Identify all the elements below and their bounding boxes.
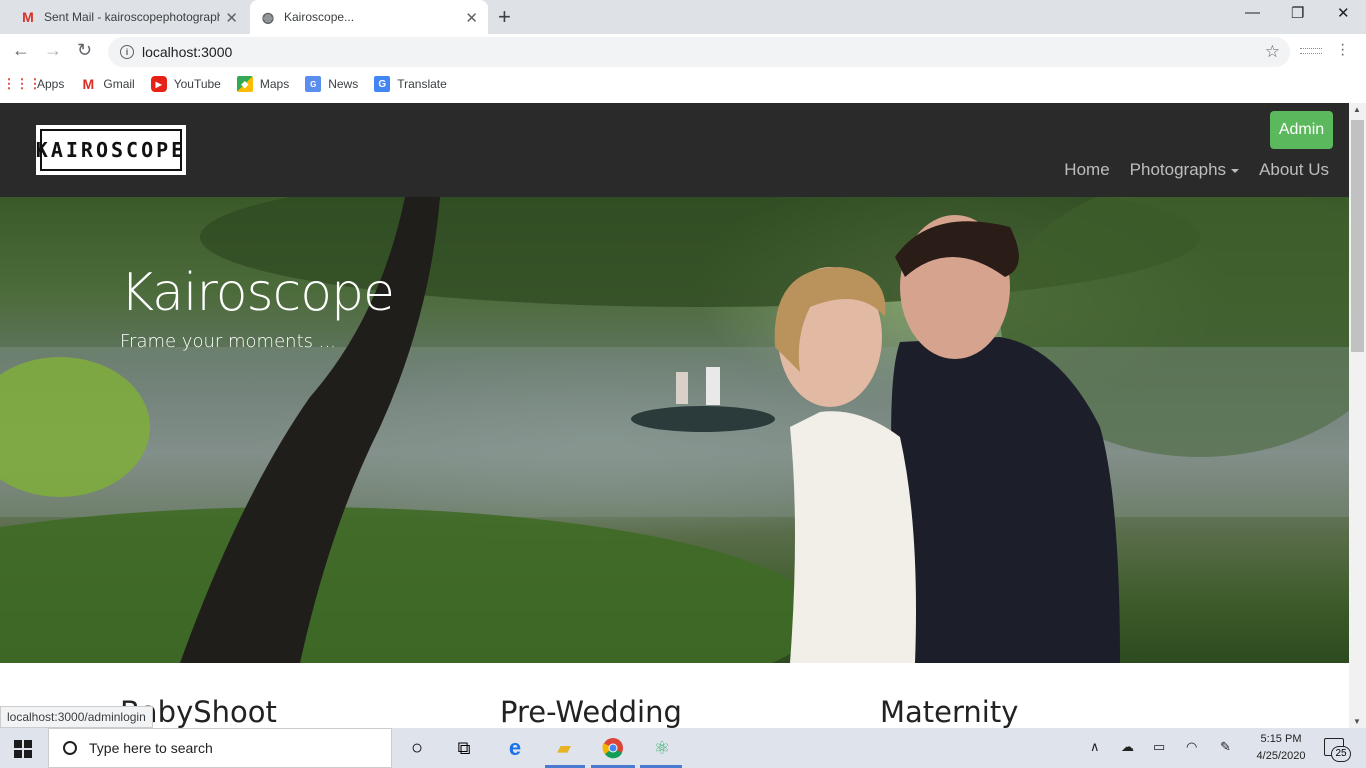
address-bar[interactable]: i localhost:3000 ☆ [108, 37, 1290, 67]
bookmark-label: Apps [37, 77, 65, 91]
category-pre-wedding[interactable]: Pre-Wedding [500, 695, 682, 728]
hero-banner: Kairoscope Frame your moments ... [0, 197, 1349, 663]
nav-about-us[interactable]: About Us [1259, 160, 1329, 180]
close-window-icon[interactable]: ✕ [1337, 4, 1350, 22]
translate-icon: G [374, 76, 391, 92]
file-explorer-icon[interactable]: ▰ [552, 736, 576, 760]
nav-photographs[interactable]: Photographs [1129, 160, 1240, 180]
tray-chevron-up-icon[interactable]: ∧ [1090, 739, 1100, 755]
tab-sent-mail[interactable]: M Sent Mail - kairoscopephotograph ✕ [8, 0, 248, 34]
extension-icon[interactable] [1300, 48, 1322, 54]
globe-icon: ◍ [261, 8, 275, 25]
site-navbar: KAIROSCOPE Admin Home Photographs About … [0, 103, 1349, 197]
address-url: localhost:3000 [142, 44, 233, 60]
back-icon[interactable]: ← [12, 40, 30, 61]
reload-icon[interactable]: ↻ [77, 40, 92, 61]
bookmark-news[interactable]: G News [305, 76, 358, 92]
tab-title: Kairoscope... [284, 10, 355, 24]
bookmark-maps[interactable]: ◆ Maps [236, 76, 290, 92]
bookmark-label: Maps [259, 77, 290, 91]
gmail-icon: M [82, 76, 95, 92]
bookmark-star-icon[interactable]: ☆ [1265, 42, 1280, 62]
search-icon [63, 741, 77, 755]
tab-kairoscope[interactable]: ◍ Kairoscope... ✕ [250, 0, 488, 34]
admin-button[interactable]: Admin [1270, 111, 1333, 149]
task-view-icon[interactable]: ⧉ [452, 736, 476, 760]
wifi-icon[interactable]: ◠ [1186, 739, 1197, 755]
site-logo[interactable]: KAIROSCOPE [36, 125, 186, 175]
hero-title: Kairoscope [120, 263, 395, 323]
notification-count-badge: 25 [1331, 746, 1351, 762]
taskbar-search[interactable]: Type here to search [48, 728, 392, 768]
bookmark-label: Gmail [103, 77, 135, 91]
onedrive-cloud-icon[interactable]: ☁ [1121, 739, 1134, 755]
bookmark-translate[interactable]: G Translate [374, 76, 447, 92]
page-scrollbar[interactable]: ▲ ▼ [1349, 103, 1366, 728]
chrome-icon[interactable] [601, 736, 625, 760]
nav-links: Home Photographs About Us [1044, 160, 1329, 180]
page-viewport: KAIROSCOPE Admin Home Photographs About … [0, 103, 1349, 728]
bookmark-youtube[interactable]: ▶ YouTube [150, 76, 221, 92]
close-tab-icon[interactable]: ✕ [465, 9, 478, 27]
nav-photographs-label: Photographs [1129, 160, 1227, 179]
windows-start-icon[interactable] [14, 740, 32, 758]
pen-icon[interactable]: ✎ [1220, 739, 1231, 755]
browser-menu-icon[interactable]: · · · [1340, 37, 1345, 63]
windows-taskbar: Type here to search ○ ⧉ e ▰ ⚛ ∧ ☁ ▭ ◠ ✎ … [0, 728, 1366, 768]
clock-time: 5:15 PM [1260, 733, 1302, 745]
scroll-down-icon[interactable]: ▼ [1353, 717, 1361, 726]
youtube-icon: ▶ [150, 76, 167, 92]
nav-home[interactable]: Home [1064, 160, 1109, 180]
minimize-icon[interactable]: — [1245, 4, 1260, 21]
scroll-up-icon[interactable]: ▲ [1353, 105, 1361, 114]
close-tab-icon[interactable]: ✕ [225, 9, 238, 27]
hero-subtitle: Frame your moments ... [120, 331, 336, 352]
category-maternity[interactable]: Maternity [880, 695, 1018, 728]
system-clock[interactable]: 5:15 PM 4/25/2020 [1250, 731, 1312, 765]
edge-icon[interactable]: e [503, 735, 527, 760]
bookmarks-bar: ⋮⋮⋮ Apps M Gmail ▶ YouTube ◆ Maps G News… [0, 70, 1366, 98]
new-tab-icon[interactable]: + [498, 4, 511, 30]
scroll-thumb[interactable] [1351, 120, 1364, 352]
cortana-icon[interactable]: ○ [405, 736, 429, 760]
link-status-bubble: localhost:3000/adminlogin [0, 706, 153, 728]
restore-icon[interactable]: ❐ [1291, 4, 1304, 22]
browser-tab-strip: M Sent Mail - kairoscopephotograph ✕ ◍ K… [0, 0, 1366, 34]
caret-down-icon [1231, 168, 1240, 173]
bookmark-label: News [328, 77, 359, 91]
apps-grid-icon: ⋮⋮⋮ [2, 76, 42, 91]
tab-title: Sent Mail - kairoscopephotograph [44, 10, 220, 24]
clock-date: 4/25/2020 [1256, 750, 1306, 762]
gmail-icon: M [22, 9, 34, 25]
bookmark-apps[interactable]: ⋮⋮⋮ Apps [2, 76, 65, 92]
atom-editor-icon[interactable]: ⚛ [650, 736, 674, 760]
maps-icon: ◆ [236, 76, 253, 92]
bookmark-label: YouTube [173, 77, 221, 91]
bookmark-gmail[interactable]: M Gmail [80, 76, 135, 92]
site-info-icon[interactable]: i [120, 45, 134, 59]
battery-icon[interactable]: ▭ [1153, 739, 1165, 755]
browser-toolbar: ← → ↻ i localhost:3000 ☆ [0, 34, 1366, 70]
forward-icon[interactable]: → [44, 40, 62, 61]
taskbar-search-placeholder: Type here to search [89, 740, 213, 756]
logo-text: KAIROSCOPE [36, 129, 183, 171]
news-icon: G [305, 76, 322, 92]
bookmark-label: Translate [397, 77, 447, 91]
